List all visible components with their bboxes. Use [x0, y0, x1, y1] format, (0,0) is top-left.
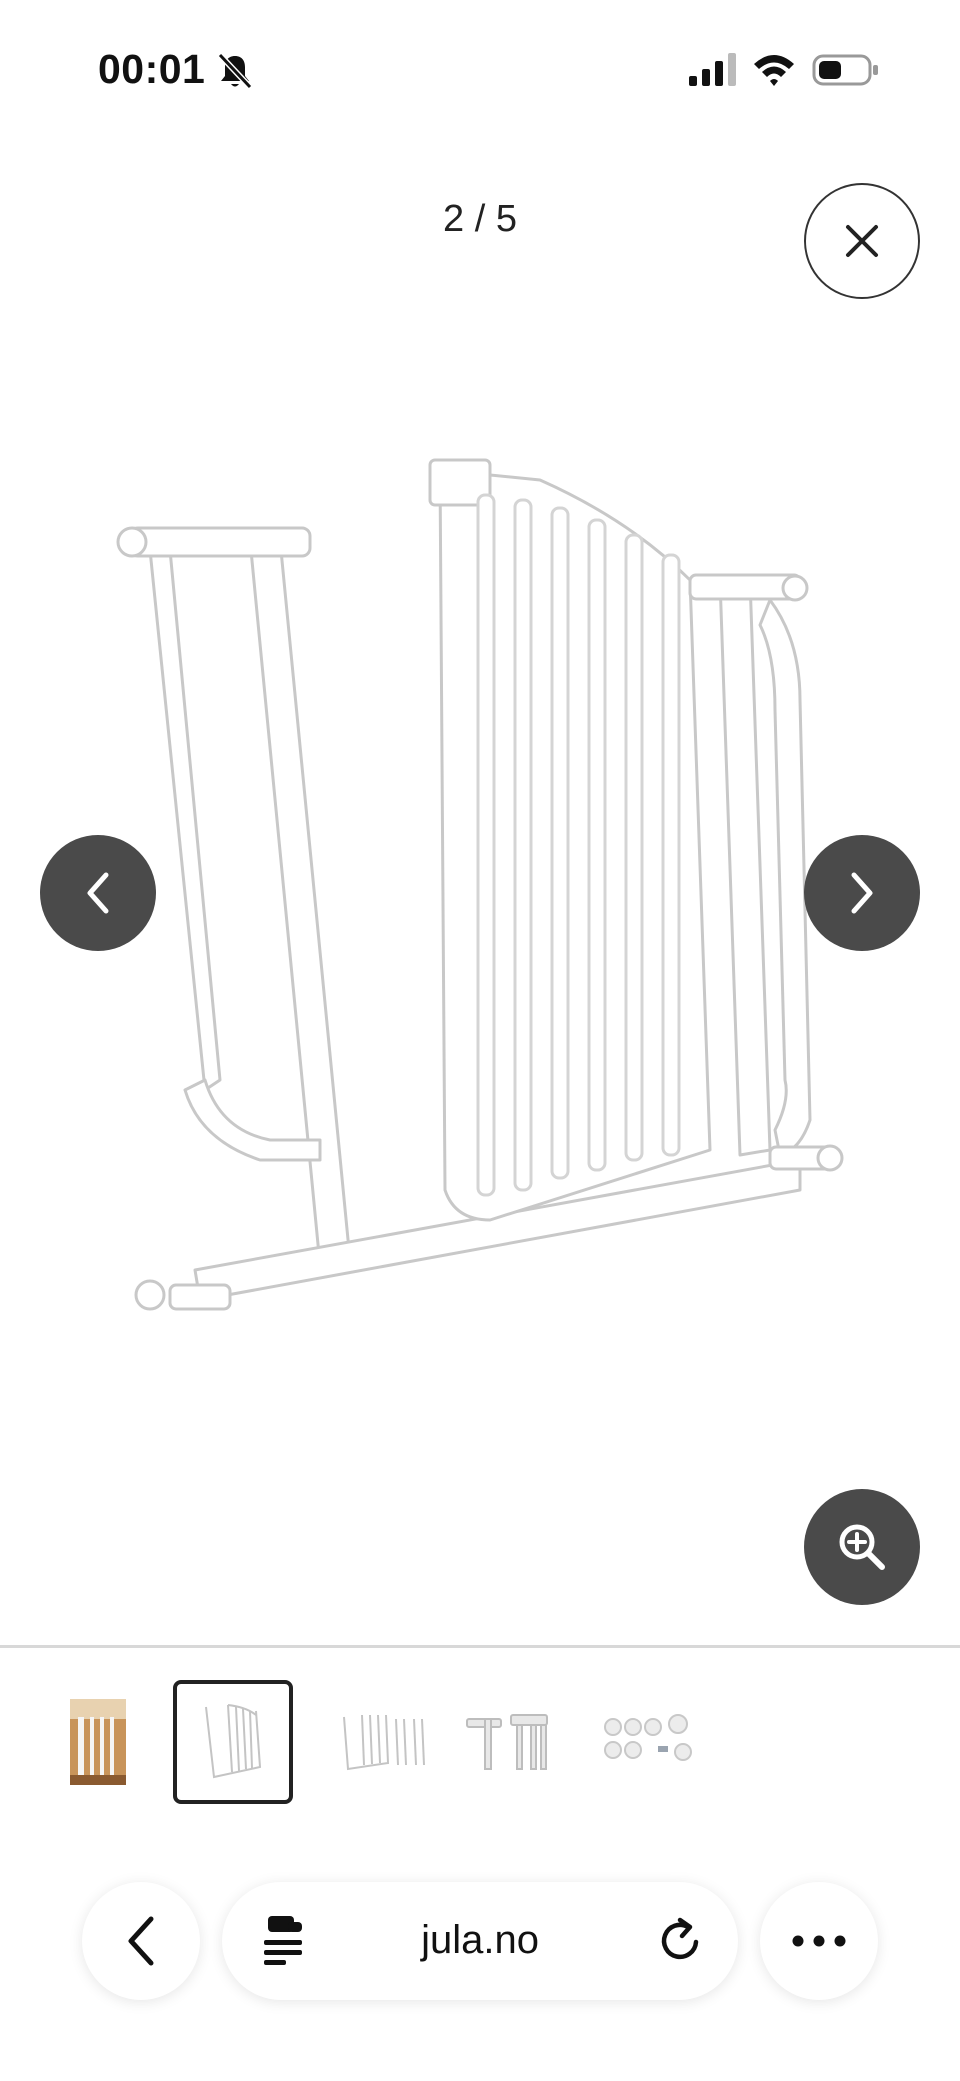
zoom-button[interactable]	[804, 1489, 920, 1605]
more-button[interactable]	[760, 1882, 878, 2000]
thumbnail-strip	[0, 1680, 960, 1810]
cellular-signal-icon	[689, 53, 736, 86]
thumbnail-accessories	[604, 1714, 692, 1761]
back-button[interactable]	[82, 1882, 200, 2000]
status-bar: 00:01	[0, 0, 960, 140]
next-image-button[interactable]	[804, 835, 920, 951]
reader-icon	[264, 1916, 302, 1965]
thumbnail-2[interactable]	[173, 1680, 293, 1804]
battery-icon	[812, 54, 878, 86]
status-time: 00:01	[98, 46, 206, 92]
thumbnail-gate-extensions	[343, 1714, 425, 1771]
wifi-icon	[754, 55, 794, 86]
bell-slash-icon	[217, 52, 253, 90]
thumbnail-gate-parts	[466, 1714, 548, 1770]
chevron-left-icon	[128, 1916, 154, 1966]
url-text: jula.no	[421, 1918, 539, 1962]
more-icon	[792, 1935, 846, 1947]
reload-icon[interactable]	[658, 1916, 704, 1964]
thumbnail-room-photo	[70, 1699, 126, 1785]
chevron-left-icon	[87, 872, 109, 914]
close-button[interactable]	[804, 183, 920, 299]
browser-toolbar: jula.no	[0, 1860, 960, 2020]
zoom-in-icon	[839, 1524, 885, 1570]
thumbnail-gate	[205, 1704, 262, 1779]
product-image	[116, 458, 844, 1311]
close-icon	[846, 225, 878, 257]
previous-image-button[interactable]	[40, 835, 156, 951]
image-counter: 2 / 5	[443, 198, 517, 240]
thumbnail-5[interactable]	[588, 1680, 708, 1804]
divider	[0, 1645, 960, 1648]
thumbnail-1[interactable]	[38, 1680, 158, 1804]
thumbnail-4[interactable]	[448, 1680, 568, 1804]
address-bar[interactable]: jula.no	[222, 1882, 738, 2000]
thumbnail-3[interactable]	[323, 1680, 443, 1804]
chevron-right-icon	[851, 872, 873, 914]
